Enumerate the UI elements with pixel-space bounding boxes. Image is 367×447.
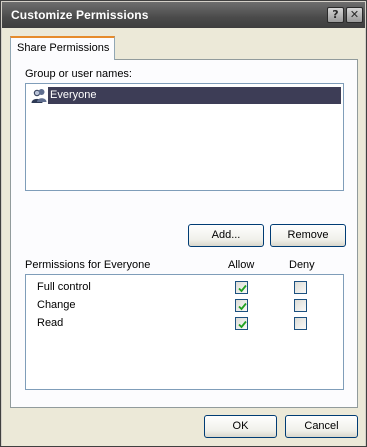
permission-row-change: Change (26, 297, 343, 315)
selected-item-everyone[interactable]: Everyone (48, 87, 341, 104)
permission-row-full-control: Full control (26, 279, 343, 297)
remove-button[interactable]: Remove (270, 224, 346, 247)
tab-label: Share Permissions (17, 42, 110, 54)
tab-panel: Group or user names: Everyone Add... Rem… (10, 59, 358, 408)
allow-read-checkbox[interactable] (235, 317, 248, 330)
tab-share-permissions[interactable]: Share Permissions (10, 36, 115, 60)
close-button[interactable]: ✕ (346, 7, 363, 23)
window-title: Customize Permissions (11, 8, 149, 22)
deny-column-header: Deny (289, 259, 315, 271)
list-item[interactable]: Everyone (28, 86, 341, 106)
customize-permissions-dialog: Customize Permissions ? ✕ Share Permissi… (0, 0, 367, 447)
dialog-client-area: Share Permissions Group or user names: E… (2, 28, 365, 446)
allow-full-control-checkbox[interactable] (235, 281, 248, 294)
deny-full-control-checkbox[interactable] (294, 281, 307, 294)
title-bar[interactable]: Customize Permissions ? ✕ (2, 2, 365, 28)
allow-change-checkbox[interactable] (235, 299, 248, 312)
deny-read-checkbox[interactable] (294, 317, 307, 330)
deny-change-checkbox[interactable] (294, 299, 307, 312)
ok-button[interactable]: OK (204, 415, 277, 438)
permissions-list: Full control Change Read (25, 274, 344, 390)
cancel-button[interactable]: Cancel (285, 415, 358, 438)
users-group-icon (30, 87, 48, 105)
allow-column-header: Allow (228, 259, 255, 271)
permission-name: Full control (37, 281, 91, 293)
permission-name: Change (37, 299, 76, 311)
add-button[interactable]: Add... (188, 224, 264, 247)
permission-row-read: Read (26, 315, 343, 333)
help-button[interactable]: ? (327, 7, 344, 23)
item-name: Everyone (50, 89, 97, 101)
group-or-user-names-label: Group or user names: (25, 68, 132, 80)
group-user-listbox[interactable]: Everyone (25, 83, 344, 191)
permissions-header-label: Permissions for Everyone (25, 259, 151, 271)
permission-name: Read (37, 317, 64, 329)
